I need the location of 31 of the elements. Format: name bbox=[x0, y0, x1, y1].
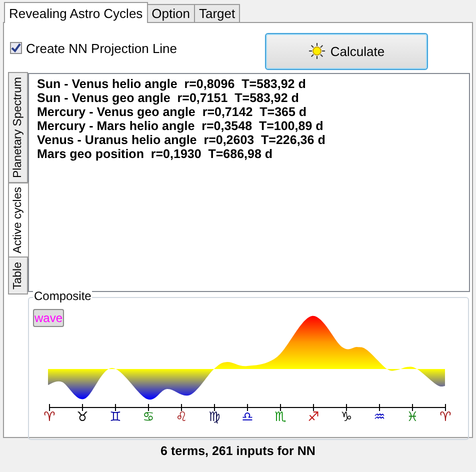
zodiac-sign: ♌ bbox=[174, 410, 188, 426]
checkbox-label: Create NN Projection Line bbox=[26, 40, 178, 56]
zodiac-sign: ♈ bbox=[42, 410, 56, 426]
cycle-entry[interactable]: Mercury - Mars helio angle r=0,3548 T=100,89 d bbox=[37, 119, 469, 133]
zodiac-sign: ♑ bbox=[340, 410, 354, 426]
zodiac-sign: ♊ bbox=[108, 410, 122, 426]
status-text: 6 terms, 261 inputs for NN bbox=[160, 443, 316, 458]
cycle-entry[interactable]: Mars geo position r=0,1930 T=686,98 d bbox=[37, 147, 469, 161]
side-tab[interactable]: Table bbox=[8, 257, 28, 295]
zodiac-sign: ♍ bbox=[208, 410, 222, 426]
side-tab[interactable]: Planetary Spectrum bbox=[8, 72, 28, 183]
calculate-button[interactable]: Calculate bbox=[265, 32, 428, 70]
sun-icon bbox=[308, 42, 326, 60]
tab[interactable]: Revealing Astro Cycles bbox=[4, 2, 148, 23]
tab[interactable]: Target bbox=[194, 4, 240, 22]
zodiac-sign: ♒ bbox=[372, 410, 386, 426]
zodiac-sign: ♐ bbox=[306, 410, 320, 426]
zodiac-sign: ♏ bbox=[274, 410, 288, 426]
side-tab[interactable]: Active cycles bbox=[8, 182, 29, 258]
zodiac-sign: ♈ bbox=[438, 410, 452, 426]
zodiac-sign: ♋ bbox=[142, 410, 156, 426]
zodiac-sign: ♓ bbox=[406, 410, 420, 426]
cycle-entry[interactable]: Mercury - Venus geo angle r=0,7142 T=365 d bbox=[37, 105, 469, 119]
checkbox[interactable] bbox=[10, 42, 22, 54]
cycle-entry[interactable]: Sun - Venus geo angle r=0,7151 T=583,92 d bbox=[37, 91, 469, 105]
group-title: Composite bbox=[33, 289, 92, 303]
zodiac-sign: ♉ bbox=[76, 410, 90, 426]
tab[interactable]: Option bbox=[146, 4, 195, 22]
cycle-entry[interactable]: Sun - Venus helio angle r=0,8096 T=583,92 d bbox=[37, 77, 469, 91]
zodiac-sign: ♎ bbox=[240, 410, 254, 426]
cycle-entry[interactable]: Venus - Uranus helio angle r=0,2603 T=226,36 d bbox=[37, 133, 469, 147]
